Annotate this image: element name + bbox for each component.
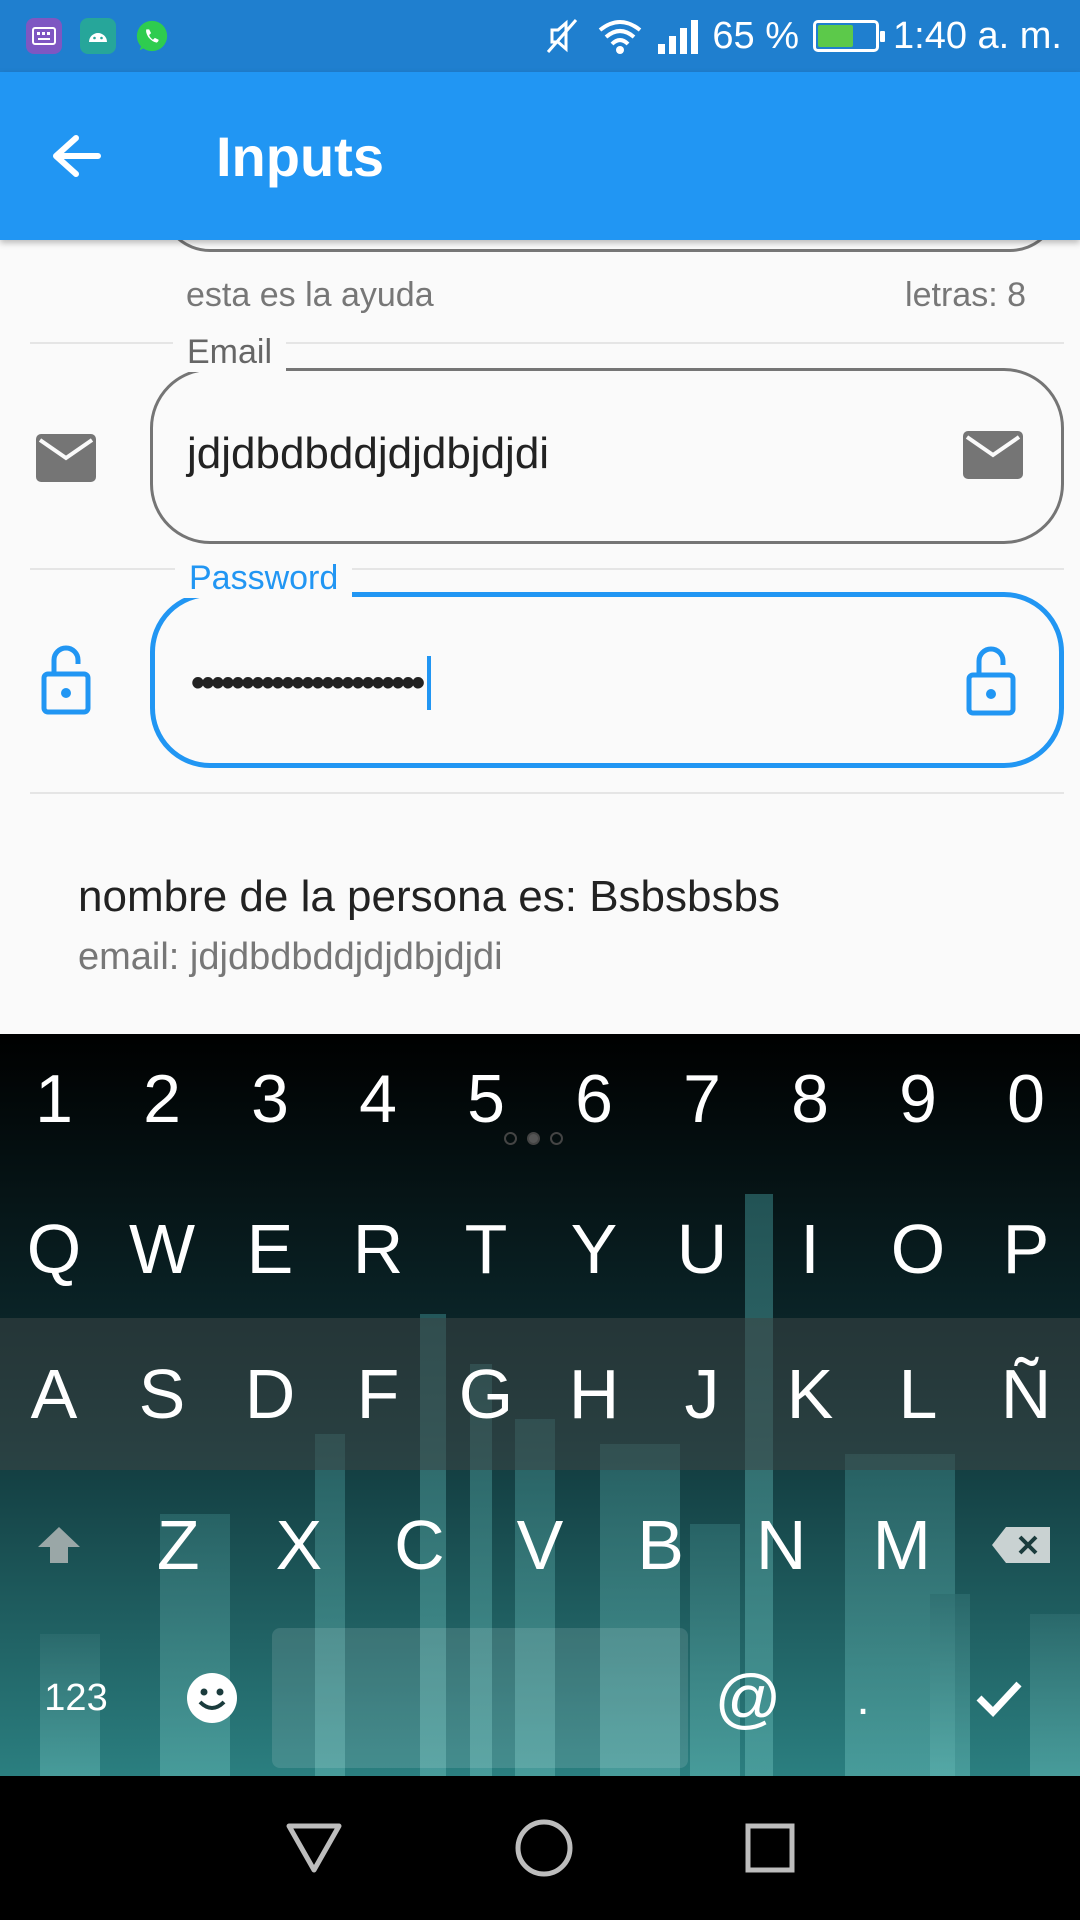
helper-text: esta es la ayuda bbox=[186, 276, 434, 314]
app-bar: Inputs bbox=[0, 72, 1080, 240]
key-w[interactable]: W bbox=[108, 1209, 216, 1289]
system-status: 65 % 1:40 a. m. bbox=[542, 10, 1062, 62]
period-key[interactable]: . bbox=[808, 1671, 918, 1726]
email-field[interactable]: Email jdjdbdbddjdjdbjdjdi bbox=[150, 333, 1064, 544]
previous-text-field[interactable] bbox=[160, 240, 1060, 252]
key-7[interactable]: 7 bbox=[648, 1060, 756, 1138]
arrow-back-icon bbox=[53, 135, 101, 177]
key-j[interactable]: J bbox=[648, 1354, 756, 1434]
key-v[interactable]: V bbox=[480, 1505, 601, 1585]
keyboard-bottom-row: 123 @ . bbox=[0, 1620, 1080, 1776]
navigation-bar bbox=[0, 1776, 1080, 1920]
android-app-icon bbox=[80, 18, 116, 54]
keyboard-row-zxcv: Z X C V B N M bbox=[0, 1470, 1080, 1620]
key-c[interactable]: C bbox=[359, 1505, 480, 1585]
key-a[interactable]: A bbox=[0, 1354, 108, 1434]
key-u[interactable]: U bbox=[648, 1209, 756, 1289]
screen: 65 % 1:40 a. m. Inputs esta es la ayuda … bbox=[0, 0, 1080, 1920]
symbols-key[interactable]: 123 bbox=[0, 1677, 152, 1720]
key-b[interactable]: B bbox=[600, 1505, 721, 1585]
key-g[interactable]: G bbox=[432, 1354, 540, 1434]
password-label: Password bbox=[175, 559, 353, 598]
lock-open-icon bbox=[41, 645, 91, 715]
key-3[interactable]: 3 bbox=[216, 1060, 324, 1138]
key-m[interactable]: M bbox=[841, 1505, 962, 1585]
email-input-value[interactable]: jdjdbdbddjdjdbjdjdi bbox=[187, 429, 549, 479]
key-y[interactable]: Y bbox=[540, 1209, 648, 1289]
backspace-icon bbox=[992, 1527, 1051, 1563]
character-counter: letras: 8 bbox=[905, 276, 1026, 314]
shift-key[interactable] bbox=[0, 1525, 118, 1565]
key-enye[interactable]: Ñ bbox=[972, 1354, 1080, 1434]
key-p[interactable]: P bbox=[972, 1209, 1080, 1289]
at-key[interactable]: @ bbox=[688, 1660, 808, 1736]
check-icon bbox=[976, 1681, 1022, 1718]
keyboard-row-qwerty: Q W E R T Y U I O P bbox=[0, 1174, 1080, 1324]
password-masked-value: ••••••••••••••••••••••• bbox=[191, 660, 425, 705]
done-key[interactable] bbox=[918, 1678, 1080, 1718]
keyboard-app-icon bbox=[26, 18, 62, 54]
emoji-icon bbox=[187, 1673, 237, 1723]
key-k[interactable]: K bbox=[756, 1354, 864, 1434]
soft-keyboard: 1 2 3 4 5 6 7 8 9 0 Q W E R T Y U I O P … bbox=[0, 1034, 1080, 1776]
key-d[interactable]: D bbox=[216, 1354, 324, 1434]
key-9[interactable]: 9 bbox=[864, 1060, 972, 1138]
key-x[interactable]: X bbox=[239, 1505, 360, 1585]
whatsapp-icon bbox=[134, 18, 170, 54]
password-input[interactable]: ••••••••••••••••••••••• bbox=[191, 653, 432, 713]
key-r[interactable]: R bbox=[324, 1209, 432, 1289]
battery-level-fill bbox=[818, 25, 854, 47]
key-o[interactable]: O bbox=[864, 1209, 972, 1289]
key-5[interactable]: 5 bbox=[432, 1060, 540, 1138]
key-6[interactable]: 6 bbox=[540, 1060, 648, 1138]
home-circle-icon[interactable] bbox=[514, 1818, 574, 1878]
divider bbox=[30, 792, 1064, 794]
summary-name: nombre de la persona es: Bsbsbsbs bbox=[78, 872, 780, 921]
lock-open-icon bbox=[966, 646, 1016, 716]
key-1[interactable]: 1 bbox=[0, 1060, 108, 1138]
shift-icon bbox=[38, 1527, 80, 1563]
back-button[interactable] bbox=[36, 116, 116, 196]
key-s[interactable]: S bbox=[108, 1354, 216, 1434]
page-title: Inputs bbox=[216, 125, 384, 188]
emoji-key[interactable] bbox=[152, 1671, 272, 1725]
key-h[interactable]: H bbox=[540, 1354, 648, 1434]
key-i[interactable]: I bbox=[756, 1209, 864, 1289]
password-field[interactable]: Password ••••••••••••••••••••••• bbox=[150, 559, 1064, 768]
key-q[interactable]: Q bbox=[0, 1209, 108, 1289]
key-2[interactable]: 2 bbox=[108, 1060, 216, 1138]
key-8[interactable]: 8 bbox=[756, 1060, 864, 1138]
key-n[interactable]: N bbox=[721, 1505, 842, 1585]
form-content[interactable]: esta es la ayuda letras: 8 Email jdjdbdb… bbox=[0, 240, 1080, 1034]
key-l[interactable]: L bbox=[864, 1354, 972, 1434]
key-0[interactable]: 0 bbox=[972, 1060, 1080, 1138]
email-icon bbox=[36, 434, 96, 482]
notification-icons bbox=[26, 18, 170, 54]
summary-email: email: jdjdbdbddjdjdbjdjdi bbox=[78, 936, 503, 978]
key-e[interactable]: E bbox=[216, 1209, 324, 1289]
status-bar: 65 % 1:40 a. m. bbox=[0, 0, 1080, 72]
backspace-key[interactable] bbox=[962, 1525, 1080, 1565]
muted-icon bbox=[547, 19, 578, 53]
battery-percent: 65 % bbox=[712, 14, 800, 57]
key-f[interactable]: F bbox=[324, 1354, 432, 1434]
email-label: Email bbox=[173, 333, 287, 372]
signal-icon bbox=[658, 18, 699, 54]
text-cursor bbox=[427, 656, 432, 710]
back-triangle-icon[interactable] bbox=[284, 1821, 344, 1875]
key-4[interactable]: 4 bbox=[324, 1060, 432, 1138]
keyboard-page-indicator bbox=[504, 1132, 563, 1145]
key-t[interactable]: T bbox=[432, 1209, 540, 1289]
clock: 1:40 a. m. bbox=[893, 14, 1062, 57]
battery-charging-icon bbox=[813, 20, 886, 52]
keyboard-row-asdf: A S D F G H J K L Ñ bbox=[0, 1318, 1080, 1470]
recents-square-icon[interactable] bbox=[744, 1822, 796, 1874]
key-z[interactable]: Z bbox=[118, 1505, 239, 1585]
wifi-icon bbox=[599, 20, 642, 54]
email-icon bbox=[963, 431, 1023, 479]
